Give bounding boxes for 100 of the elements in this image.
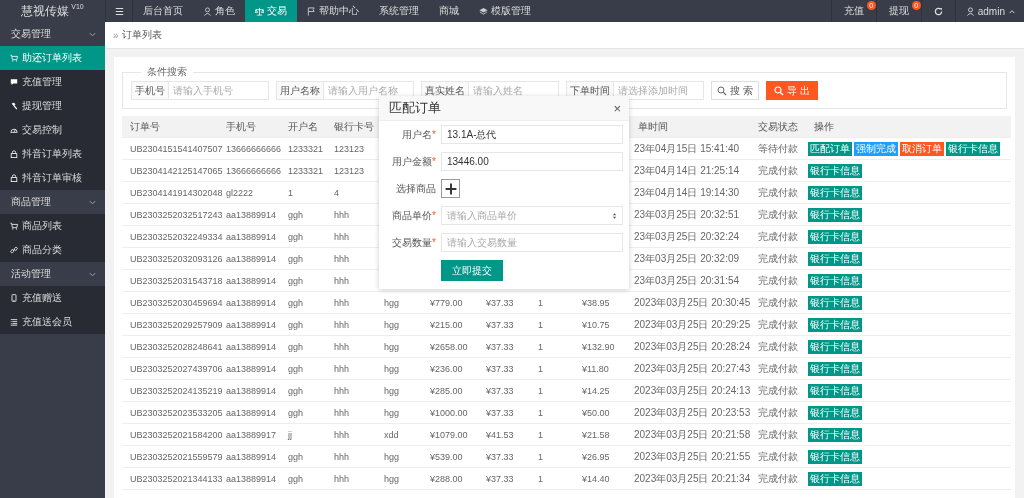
chat-icon [10, 78, 18, 86]
status-cell-text: 完成付款 [758, 251, 799, 266]
hammer-icon [10, 102, 18, 110]
nav-tab[interactable]: 商城 [429, 0, 469, 22]
action-button[interactable]: 银行卡信息 [808, 383, 862, 398]
account-name-cell-text: ggh [287, 231, 305, 242]
action-button[interactable]: 银行卡信息 [808, 449, 862, 464]
action-button[interactable]: 银行卡信息 [808, 339, 862, 354]
search-icon [717, 85, 727, 96]
search-field[interactable]: 请选择添加时间 [613, 81, 704, 100]
cart-icon [10, 222, 18, 230]
action-button[interactable]: 银行卡信息 [808, 295, 862, 310]
sidebar-item[interactable]: 抖音订单审核 [0, 166, 105, 190]
order-time-cell-text: 23年03月25日 20:32:24 [633, 229, 741, 244]
input-field[interactable]: 13446.00 [441, 152, 623, 171]
nav-tab[interactable]: 交易 [245, 0, 297, 22]
action-button[interactable]: 银行卡信息 [808, 405, 862, 420]
price-cell-text: ¥37.33 [485, 363, 515, 374]
sidebar-item[interactable]: 助还订单列表 [0, 46, 105, 70]
card-number-cell-text: 4 [333, 187, 340, 198]
action-button[interactable]: 匹配订单 [808, 141, 852, 156]
field-label: 手机号 [131, 81, 168, 100]
cart-icon [10, 54, 18, 62]
layers-icon [479, 6, 488, 16]
nav-tab[interactable]: 帮助中心 [297, 0, 369, 22]
field-label: 商品单价* [391, 208, 437, 223]
spinner-arrows-icon [612, 211, 617, 220]
submit-button[interactable]: 立即提交 [441, 260, 503, 281]
action-button[interactable]: 银行卡信息 [808, 251, 862, 266]
sidebar-item[interactable]: 充值管理 [0, 70, 105, 94]
amount-cell-text: ¥10.75 [581, 319, 611, 330]
sidebar-item[interactable]: 商品分类 [0, 238, 105, 262]
search-field[interactable]: 请输入用户名称 [323, 81, 414, 100]
sidebar-item[interactable]: 交易控制 [0, 118, 105, 142]
search-field[interactable]: 请输入手机号 [168, 81, 269, 100]
action-button[interactable]: 银行卡信息 [808, 229, 862, 244]
price-cell-text: ¥37.33 [485, 385, 515, 396]
sidebar-item[interactable]: 提现管理 [0, 94, 105, 118]
action-button[interactable]: 银行卡信息 [808, 273, 862, 288]
input-field[interactable]: 13.1A-总代 [441, 125, 623, 144]
amount-cell-text: ¥288.00 [429, 473, 464, 484]
field-label: 选择商品 [395, 181, 437, 196]
order-time-cell-text: 2023年03月25日 20:30:45 [633, 295, 752, 310]
price-cell-text: ¥37.33 [485, 319, 515, 330]
account-name-cell-text: ggh [287, 209, 305, 220]
account-name-cell-text: 1 [287, 187, 294, 198]
close-button[interactable]: × [613, 100, 621, 116]
card-number-cell-text: hhh [333, 341, 351, 352]
price-cell-text: ¥41.53 [485, 429, 515, 440]
status-cell-text: 完成付款 [758, 361, 799, 376]
column-header: 交易状态 [758, 119, 799, 134]
action-button[interactable]: 银行卡信息 [808, 185, 862, 200]
lock-icon [10, 150, 18, 158]
amount-cell-text: ¥50.00 [581, 407, 611, 418]
table-cell-text: hgg [383, 407, 401, 418]
status-cell-text: 完成付款 [758, 229, 799, 244]
price-cell-text: ¥37.33 [485, 297, 515, 308]
action-button[interactable]: 银行卡信息 [946, 141, 1000, 156]
quantity-cell-text: 1 [537, 363, 544, 374]
account-name-cell-text: ggh [287, 385, 305, 396]
amount-cell-text: ¥1079.00 [429, 429, 469, 440]
account-name-cell-text: ggh [287, 407, 305, 418]
account-name-cell-text: ggh [287, 297, 305, 308]
quantity-cell-text: 1 [537, 341, 544, 352]
search-button[interactable]: 搜 索 [711, 81, 759, 100]
action-button[interactable]: 银行卡信息 [808, 471, 862, 486]
sidebar-item[interactable]: 商品列表 [0, 214, 105, 238]
table-cell-text: hgg [383, 363, 401, 374]
price-cell-text: ¥37.33 [485, 341, 515, 352]
amount-cell-text: ¥38.95 [581, 297, 611, 308]
sidebar-item[interactable]: 抖音订单列表 [0, 142, 105, 166]
card-number-cell-text: hhh [333, 275, 351, 286]
action-button[interactable]: 银行卡信息 [808, 361, 862, 376]
status-cell-text: 完成付款 [758, 207, 799, 222]
sidebar-item[interactable]: 充值赠送 [0, 286, 105, 310]
status-cell-text: 完成付款 [758, 449, 799, 464]
order-time-cell-text: 2023年03月25日 20:28:24 [633, 339, 752, 354]
breadcrumb-separator: » [113, 29, 119, 41]
nav-tab[interactable]: 系统管理 [369, 0, 429, 22]
account-name-cell-text: 1233321 [287, 143, 325, 154]
list-icon [10, 318, 18, 326]
action-button[interactable]: 银行卡信息 [808, 163, 862, 178]
status-cell-text: 完成付款 [758, 317, 799, 332]
account-name-cell-text: jj [286, 429, 293, 440]
card-number-cell-text: hhh [333, 429, 351, 440]
amount-cell-text: ¥132.90 [581, 341, 616, 352]
add-button[interactable] [441, 179, 460, 198]
nav-tab[interactable]: 后台首页 [133, 0, 193, 22]
action-button[interactable]: 银行卡信息 [808, 317, 862, 332]
table-cell-text: hgg [383, 319, 401, 330]
order-time-cell-text: 2023年03月25日 20:21:58 [633, 427, 752, 442]
field-label: 用户名称 [276, 81, 323, 100]
sidebar-item[interactable]: 充值送会员 [0, 310, 105, 334]
refresh-icon [933, 6, 943, 16]
action-button[interactable]: 银行卡信息 [808, 427, 862, 442]
nav-tab[interactable]: 模版管理 [469, 0, 541, 22]
nav-tab[interactable]: 角色 [193, 0, 245, 22]
action-button[interactable]: 银行卡信息 [808, 207, 862, 222]
account-name-cell-text: ggh [287, 275, 305, 286]
field-label: 用户名* [401, 127, 437, 142]
